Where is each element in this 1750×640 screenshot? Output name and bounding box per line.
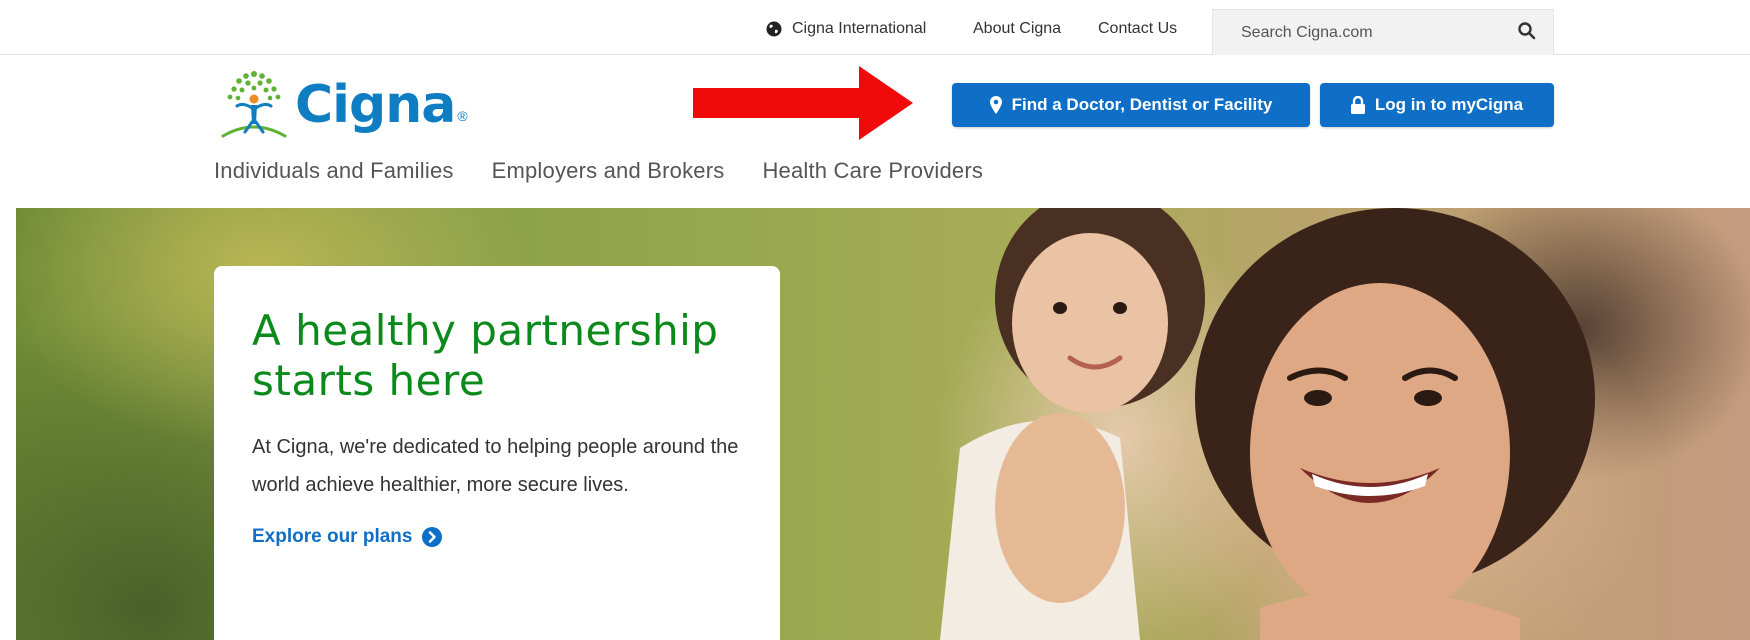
- find-doctor-button[interactable]: Find a Doctor, Dentist or Facility: [952, 83, 1310, 127]
- login-mycigna-button[interactable]: Log in to myCigna: [1320, 83, 1554, 127]
- search-icon: [1518, 21, 1536, 39]
- login-label: Log in to myCigna: [1374, 95, 1524, 114]
- globe-icon: [766, 21, 782, 37]
- explore-plans-link[interactable]: Explore our plans: [252, 526, 742, 548]
- nav-item-employers-brokers[interactable]: Employers and Brokers: [492, 158, 725, 184]
- search-button[interactable]: [1515, 20, 1539, 44]
- hero-title: A healthy partnership starts here: [252, 306, 719, 405]
- chevron-right-circle-icon: [422, 527, 443, 547]
- logo-wordmark: Cigna: [295, 75, 456, 135]
- cigna-international-label: Cigna International: [792, 20, 927, 37]
- map-pin-icon: [989, 96, 1002, 114]
- red-arrow-annotation: [693, 66, 913, 140]
- about-cigna-link[interactable]: About Cigna: [973, 20, 1061, 38]
- cigna-international-link[interactable]: Cigna International: [766, 20, 926, 38]
- registered-mark: ®: [457, 108, 468, 124]
- cigna-logo[interactable]: Cigna ®: [215, 66, 468, 144]
- nav-item-health-care-providers[interactable]: Health Care Providers: [762, 158, 983, 184]
- find-doctor-label: Find a Doctor, Dentist or Facility: [1011, 95, 1273, 114]
- search-box: [1212, 9, 1554, 56]
- hero-description: At Cigna, we're dedicated to helping peo…: [252, 436, 739, 496]
- hero-banner: A healthy partnership starts here At Cig…: [0, 208, 1750, 640]
- main-nav: Individuals and Families Employers and B…: [214, 158, 983, 184]
- utility-bar: Cigna International About Cigna Contact …: [0, 0, 1750, 56]
- search-input[interactable]: [1213, 10, 1503, 56]
- cigna-tree-logo-icon: [221, 71, 287, 138]
- explore-plans-label: Explore our plans: [252, 526, 413, 547]
- lock-icon: [1350, 96, 1365, 114]
- contact-us-link[interactable]: Contact Us: [1098, 20, 1177, 38]
- hero-card: A healthy partnership starts here At Cig…: [214, 266, 780, 640]
- nav-item-individuals-families[interactable]: Individuals and Families: [214, 158, 454, 184]
